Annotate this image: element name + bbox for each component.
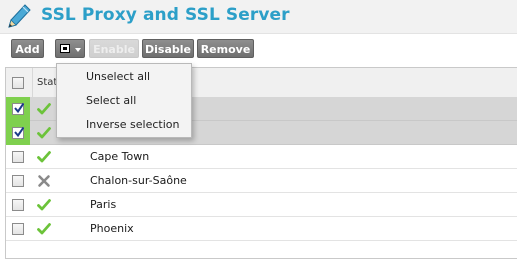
select-all-checkbox[interactable]	[12, 77, 24, 89]
menu-item-select-all[interactable]: Select all	[57, 89, 191, 113]
page-header: SSL Proxy and SSL Server	[0, 0, 517, 34]
check-icon	[37, 223, 51, 235]
menu-item-unselect-all[interactable]: Unselect all	[57, 65, 191, 89]
chevron-down-icon	[75, 48, 81, 52]
add-button[interactable]: Add	[11, 39, 44, 58]
row-name: Cape Town	[90, 150, 150, 163]
table-row[interactable]: Cape Town	[6, 145, 517, 169]
disable-button[interactable]: Disable	[142, 39, 194, 58]
row-checkbox[interactable]	[12, 175, 24, 187]
checkmark-icon	[14, 102, 24, 114]
remove-button[interactable]: Remove	[197, 39, 254, 58]
check-icon	[37, 199, 51, 211]
row-checkbox[interactable]	[12, 126, 24, 139]
row-name: Phoenix	[90, 222, 134, 235]
selection-dropdown-menu: Unselect all Select all Inverse selectio…	[56, 63, 192, 138]
row-checkbox[interactable]	[12, 151, 24, 163]
check-icon	[37, 127, 51, 139]
row-name: Chalon-sur-Saône	[90, 174, 187, 187]
table-row[interactable]: Chalon-sur-Saône	[6, 169, 517, 193]
row-checkbox[interactable]	[12, 223, 24, 235]
table-row[interactable]: Phoenix	[6, 217, 517, 241]
page-title: SSL Proxy and SSL Server	[41, 5, 290, 25]
checkmark-icon	[14, 126, 24, 138]
check-icon	[37, 151, 51, 163]
pen-icon	[8, 4, 31, 28]
enable-button[interactable]: Enable	[89, 39, 139, 58]
row-checkbox[interactable]	[12, 199, 24, 211]
row-checkbox[interactable]	[12, 102, 24, 115]
cross-icon	[38, 175, 50, 187]
menu-item-inverse-selection[interactable]: Inverse selection	[57, 113, 191, 137]
checkbox-icon	[60, 44, 70, 53]
select-menu-button[interactable]	[55, 39, 85, 58]
row-name: Paris	[90, 198, 117, 211]
table-row[interactable]: Paris	[6, 193, 517, 217]
check-icon	[37, 103, 51, 115]
toolbar: Add Enable Disable Remove	[0, 34, 517, 64]
